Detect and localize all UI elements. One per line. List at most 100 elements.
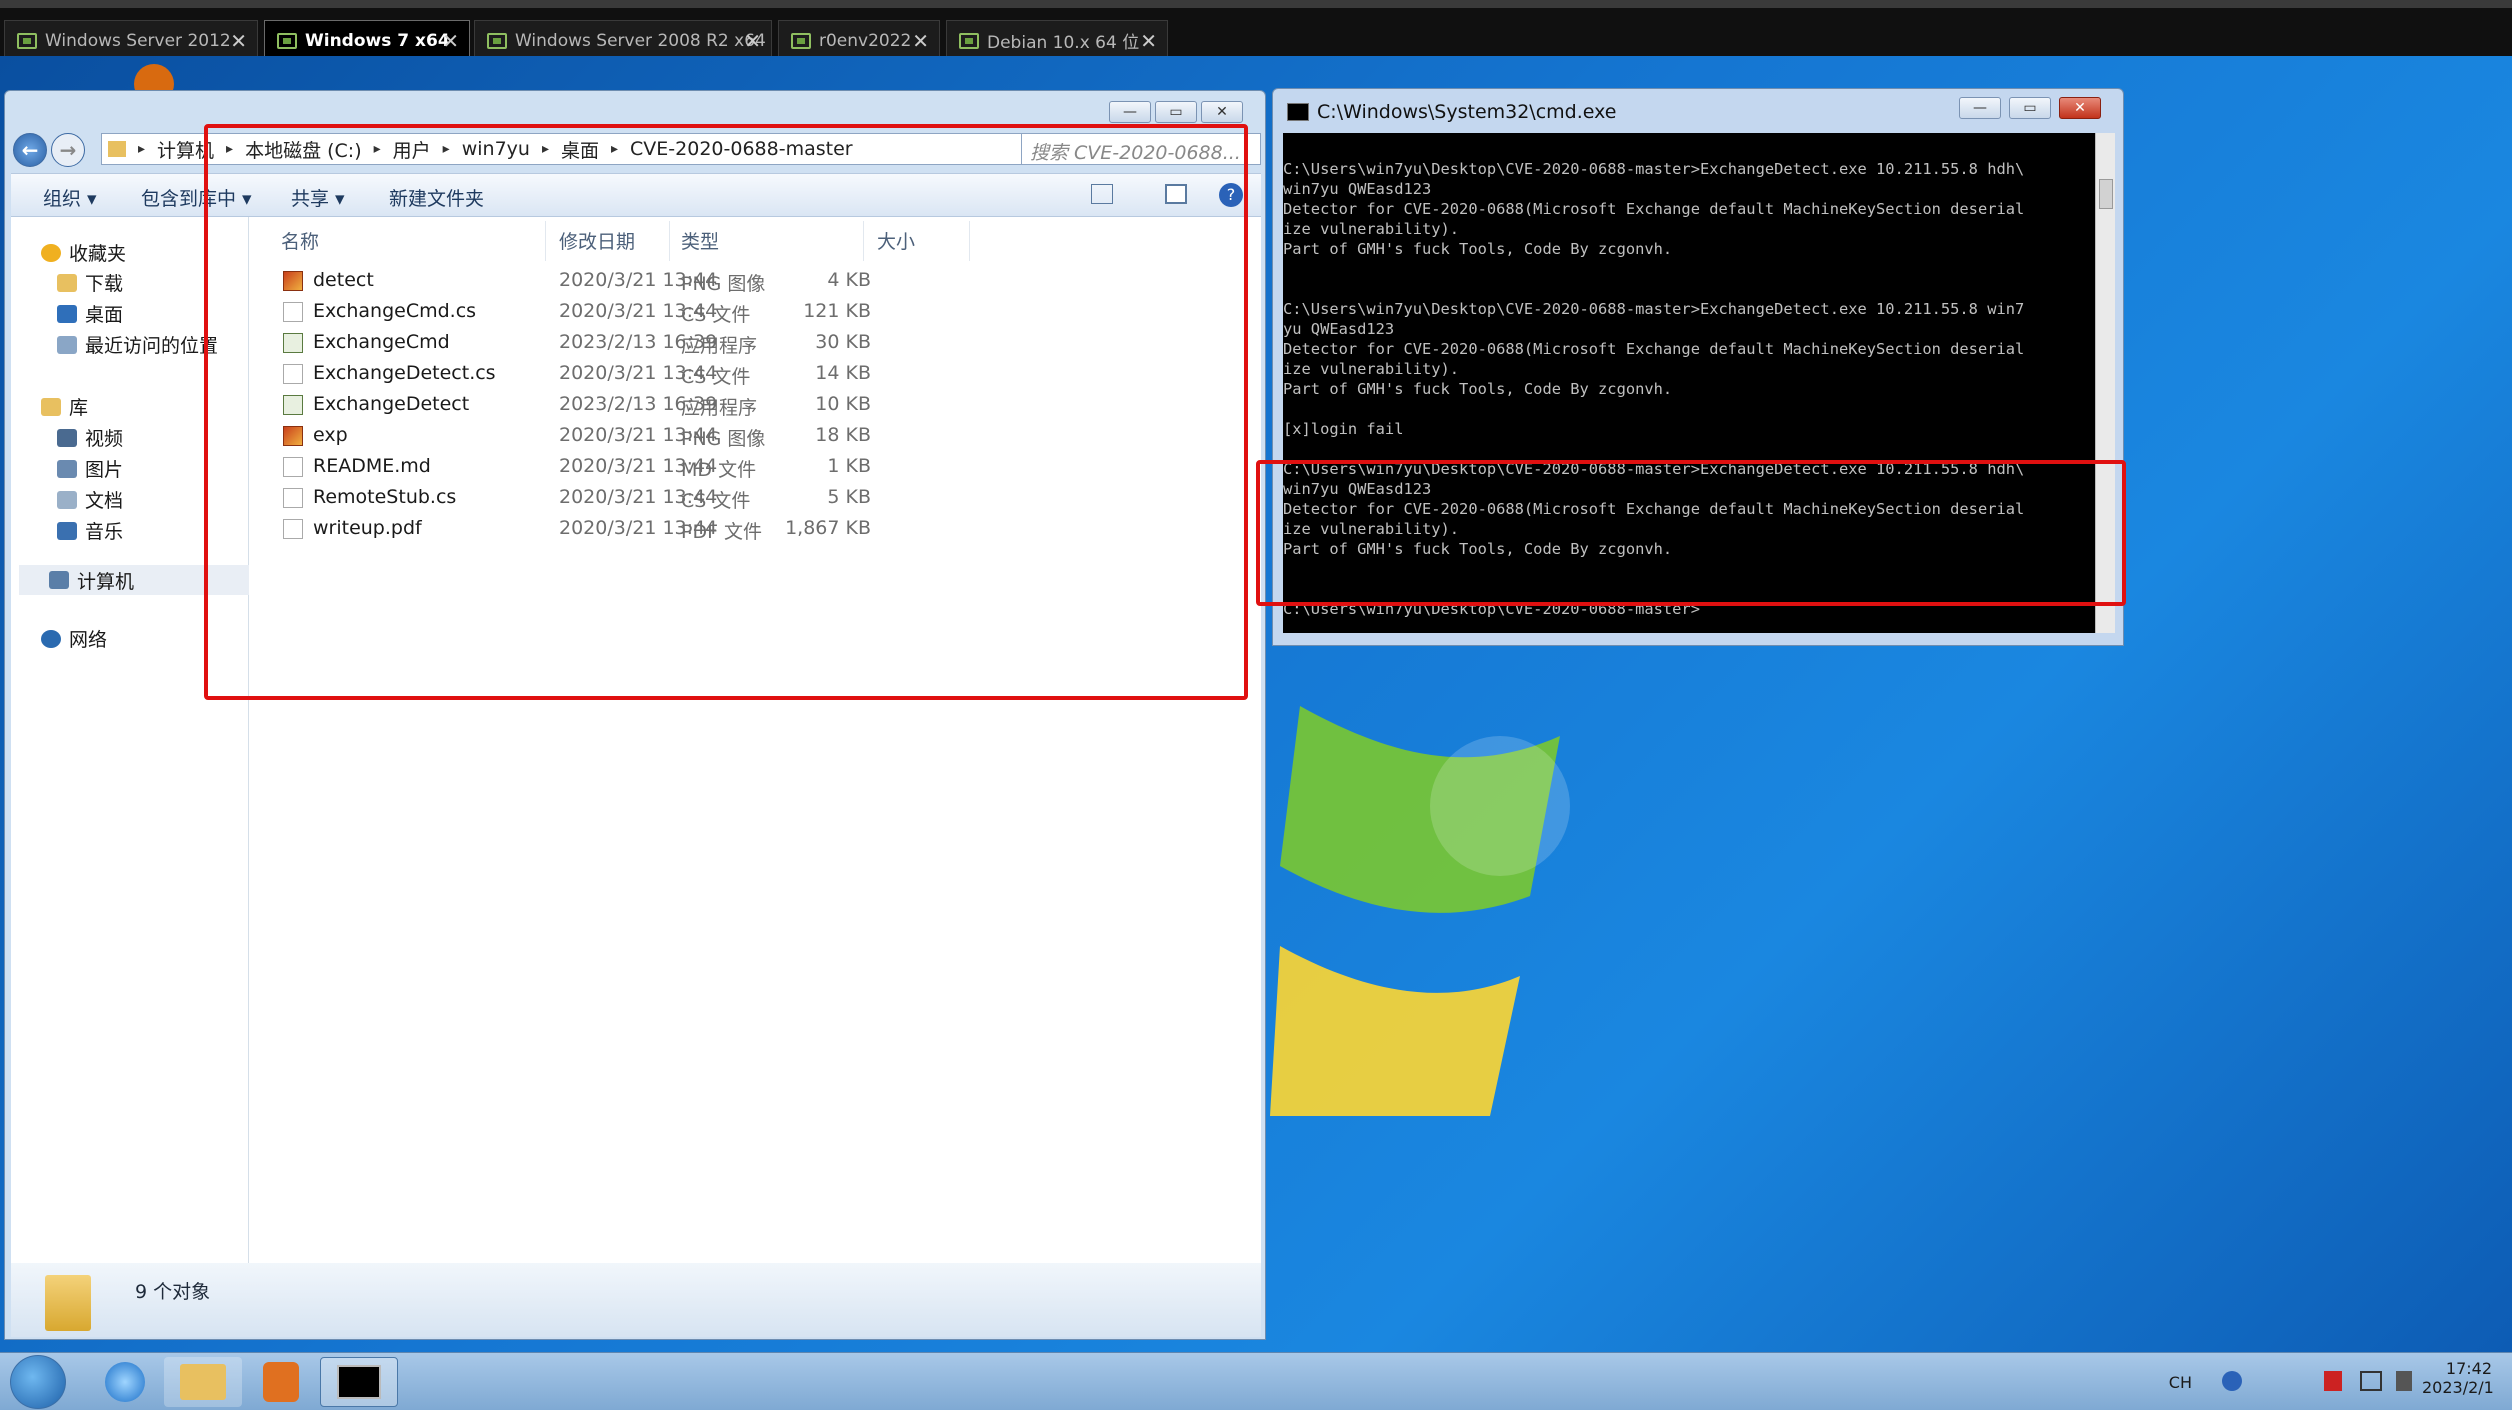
vm-tab-label: r0env2022 <box>819 30 912 51</box>
close-icon[interactable]: ✕ <box>912 29 929 53</box>
nav-label: 网络 <box>69 629 108 651</box>
vm-tab-windows-7-x64[interactable]: Windows 7 x64 ✕ <box>264 20 470 60</box>
desktop-icon <box>57 304 77 323</box>
highlight-box <box>1256 460 2126 606</box>
close-button[interactable]: ✕ <box>2059 97 2101 119</box>
close-icon[interactable]: ✕ <box>744 29 761 53</box>
vm-icon <box>17 32 37 49</box>
organize-button[interactable]: 组织 ▾ <box>43 184 97 211</box>
cmd-icon <box>1287 103 1309 121</box>
console-line: [x]login fail <box>1283 420 1404 438</box>
nav-label: 视频 <box>85 428 124 450</box>
minimize-button[interactable]: — <box>1959 97 2001 119</box>
nav-label: 桌面 <box>85 304 124 326</box>
folder-icon <box>45 1275 91 1331</box>
nav-downloads[interactable]: 下载 <box>57 269 123 296</box>
flag-icon[interactable] <box>2324 1371 2342 1391</box>
music-icon <box>57 521 77 540</box>
nav-label: 收藏夹 <box>69 243 127 265</box>
console-line: ize vulnerability). <box>1283 220 1460 238</box>
library-icon <box>41 397 61 416</box>
documents-icon <box>57 490 77 509</box>
console-line: yu QWEasd123 <box>1283 320 1395 338</box>
close-icon[interactable]: ✕ <box>230 29 247 53</box>
clock[interactable]: 17:42 2023/2/1 <box>2422 1359 2494 1397</box>
nav-network[interactable]: 网络 <box>41 625 107 652</box>
item-count: 9 个对象 <box>135 1281 211 1303</box>
taskbar-ie[interactable] <box>86 1357 164 1407</box>
vm-icon <box>277 32 297 49</box>
recent-places-icon <box>57 335 77 354</box>
ie-icon <box>105 1362 145 1402</box>
window-title: C:\Windows\System32\cmd.exe <box>1317 101 1617 123</box>
console-line: Detector for CVE-2020-0688(Microsoft Exc… <box>1283 200 2025 218</box>
minimize-button[interactable]: — <box>1109 101 1151 123</box>
console-line: ize vulnerability). <box>1283 360 1460 378</box>
vm-tab-windows-server-2008[interactable]: Windows Server 2008 R2 x64 ✕ <box>474 20 772 60</box>
clock-time: 17:42 <box>2445 1359 2492 1378</box>
console-line: Part of GMH's fuck Tools, Code By zcgonv… <box>1283 380 1673 398</box>
vm-tab-bar: Windows Server 2012 ✕ Windows 7 x64 ✕ Wind… <box>0 0 2512 60</box>
windows-logo-swoosh <box>1270 706 1570 1116</box>
console-line: C:\Users\win7yu\Desktop\CVE-2020-0688-ma… <box>1283 160 2025 178</box>
nav-favorites[interactable]: 收藏夹 <box>41 239 126 266</box>
computer-icon <box>49 571 69 589</box>
nav-videos[interactable]: 视频 <box>57 424 123 451</box>
close-icon[interactable]: ✕ <box>442 29 459 53</box>
nav-libraries[interactable]: 库 <box>41 393 88 420</box>
vm-tab-windows-server-2012[interactable]: Windows Server 2012 ✕ <box>4 20 258 60</box>
video-icon <box>57 428 77 447</box>
media-player-icon <box>263 1362 299 1402</box>
star-icon <box>41 243 61 262</box>
help-icon[interactable] <box>2222 1371 2242 1391</box>
start-button[interactable] <box>10 1355 66 1409</box>
taskbar-media-player[interactable] <box>242 1357 320 1407</box>
clock-date: 2023/2/1 <box>2422 1378 2494 1397</box>
explorer-titlebar[interactable]: — ▭ ✕ <box>5 91 1265 127</box>
close-icon[interactable]: ✕ <box>1140 29 1157 53</box>
vm-icon <box>487 32 507 49</box>
vm-tab-r0env2022[interactable]: r0env2022 ✕ <box>778 20 940 60</box>
nav-label: 图片 <box>85 459 124 481</box>
folder-icon <box>180 1364 226 1400</box>
vm-tab-label: Windows 7 x64 <box>305 30 450 51</box>
nav-label: 文档 <box>85 490 124 512</box>
network-icon[interactable] <box>2360 1371 2382 1391</box>
back-button[interactable]: ← <box>13 133 47 167</box>
highlight-box <box>204 124 1248 700</box>
nav-label: 最近访问的位置 <box>85 335 219 357</box>
maximize-button[interactable]: ▭ <box>1155 101 1197 123</box>
nav-desktop[interactable]: 桌面 <box>57 300 123 327</box>
nav-music[interactable]: 音乐 <box>57 517 123 544</box>
maximize-button[interactable]: ▭ <box>2009 97 2051 119</box>
nav-label: 库 <box>69 397 89 419</box>
language-indicator[interactable]: CH <box>2169 1373 2192 1392</box>
volume-icon[interactable] <box>2396 1371 2412 1391</box>
folder-icon <box>108 141 126 157</box>
console-line: C:\Users\win7yu\Desktop\CVE-2020-0688-ma… <box>1283 300 2025 318</box>
forward-button[interactable]: → <box>51 133 85 167</box>
vm-tab-debian[interactable]: Debian 10.x 64 位 ✕ <box>946 20 1168 60</box>
console-line: Part of GMH's fuck Tools, Code By zcgonv… <box>1283 240 1673 258</box>
nav-label: 下载 <box>85 273 124 295</box>
cmd-icon <box>337 1365 381 1399</box>
console-line: win7yu QWEasd123 <box>1283 180 1432 198</box>
nav-pictures[interactable]: 图片 <box>57 455 123 482</box>
taskbar-explorer[interactable] <box>164 1357 242 1407</box>
nav-recent[interactable]: 最近访问的位置 <box>57 331 218 358</box>
chevron-right-icon: ▸ <box>138 141 146 157</box>
scrollbar-thumb[interactable] <box>2099 179 2113 209</box>
nav-documents[interactable]: 文档 <box>57 486 123 513</box>
downloads-folder-icon <box>57 273 77 292</box>
network-icon <box>41 629 61 648</box>
vm-icon <box>959 32 979 49</box>
vm-tab-label: Debian 10.x 64 位 <box>987 33 1140 53</box>
vm-icon <box>791 32 811 49</box>
taskbar-cmd[interactable] <box>320 1357 398 1407</box>
close-button[interactable]: ✕ <box>1201 101 1243 123</box>
nav-label: 计算机 <box>77 570 135 593</box>
